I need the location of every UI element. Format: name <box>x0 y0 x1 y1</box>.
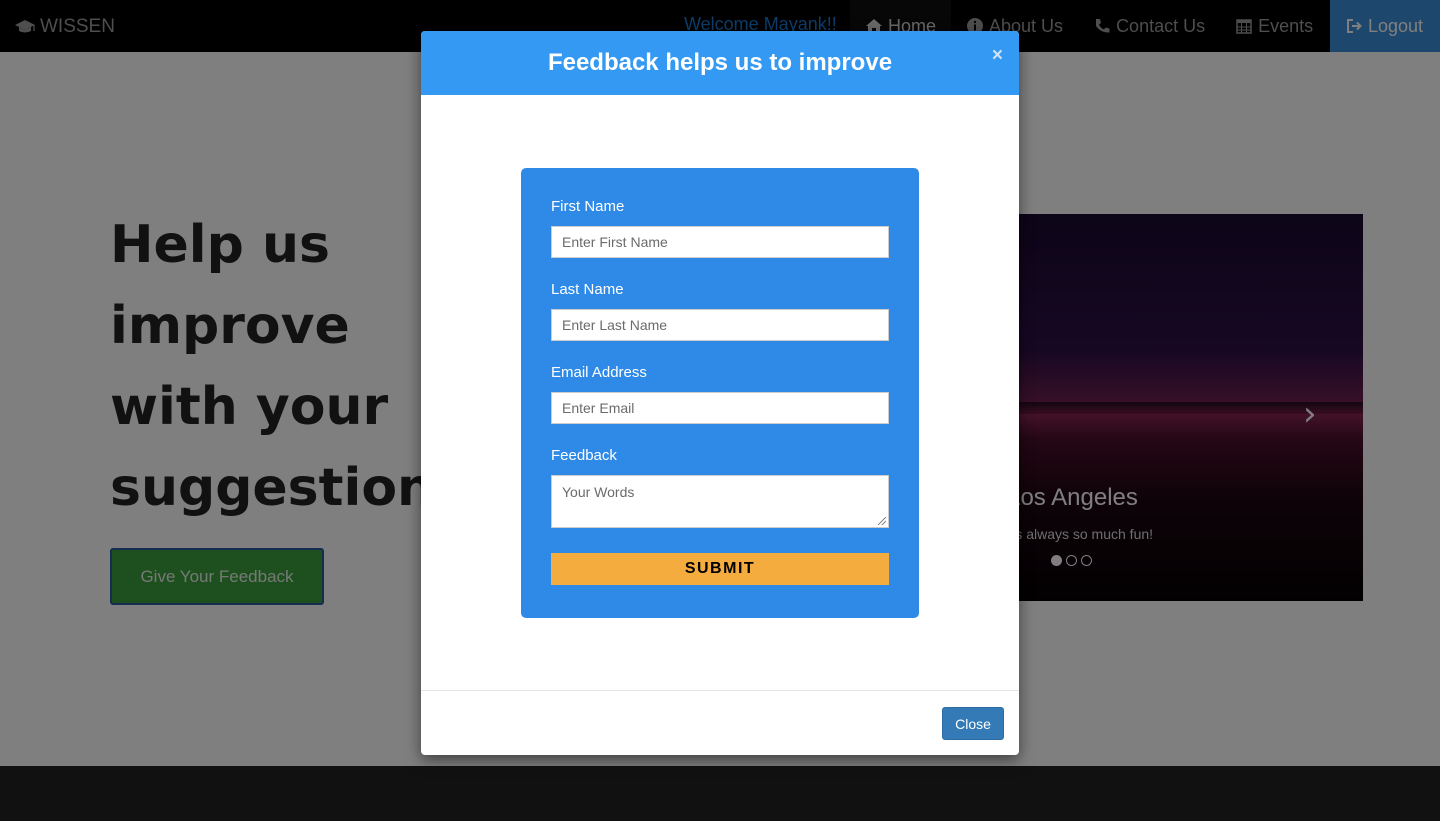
email-label: Email Address <box>551 364 647 381</box>
modal-footer-divider <box>421 690 1019 691</box>
submit-button[interactable]: SUBMIT <box>551 553 889 585</box>
first-name-input[interactable]: Enter First Name <box>551 226 889 258</box>
feedback-label: Feedback <box>551 447 617 464</box>
close-button[interactable]: Close <box>942 707 1004 740</box>
email-input[interactable]: Enter Email <box>551 392 889 424</box>
last-name-input[interactable]: Enter Last Name <box>551 309 889 341</box>
feedback-placeholder: Your Words <box>562 484 635 500</box>
modal-title: Feedback helps us to improve <box>547 49 893 76</box>
feedback-form: First Name Enter First Name Last Name En… <box>521 168 919 618</box>
close-icon[interactable]: × <box>992 45 1003 67</box>
first-name-label: First Name <box>551 198 625 215</box>
feedback-modal: Feedback helps us to improve × First Nam… <box>421 31 1019 755</box>
last-name-label: Last Name <box>551 281 624 298</box>
resize-handle-icon[interactable] <box>878 517 886 525</box>
modal-header: Feedback helps us to improve × <box>421 31 1019 95</box>
feedback-textarea[interactable]: Your Words <box>551 475 889 528</box>
